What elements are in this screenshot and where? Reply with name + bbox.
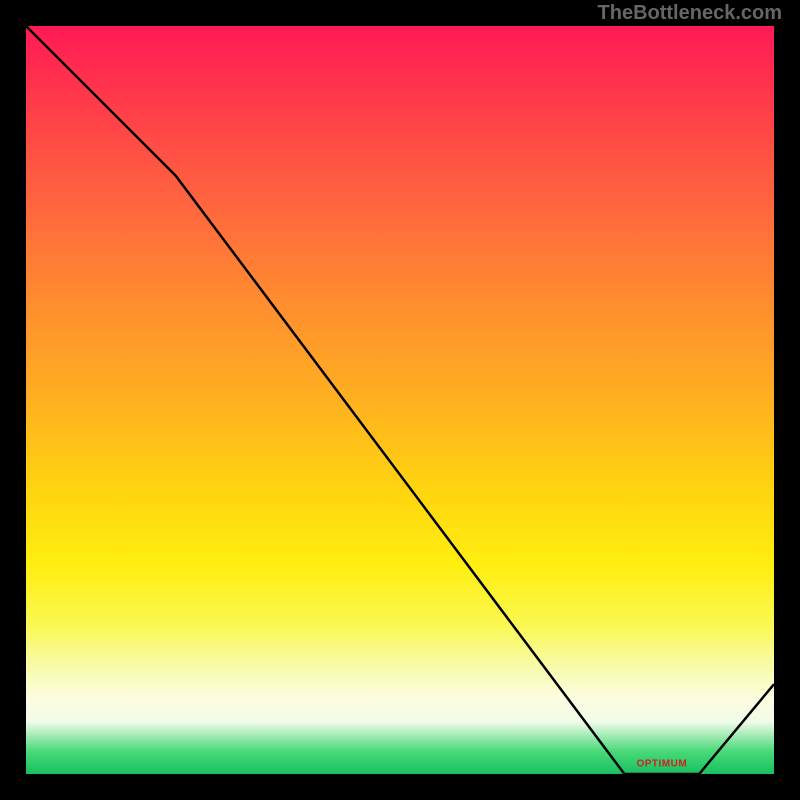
chart-container: TheBottleneck.com OPTIMUM: [0, 0, 800, 800]
attribution-text: TheBottleneck.com: [598, 2, 782, 25]
optimum-marker: OPTIMUM: [636, 759, 687, 770]
plot-area: OPTIMUM: [26, 26, 774, 774]
curve-polyline: [26, 26, 774, 774]
bottleneck-curve: [26, 26, 774, 774]
